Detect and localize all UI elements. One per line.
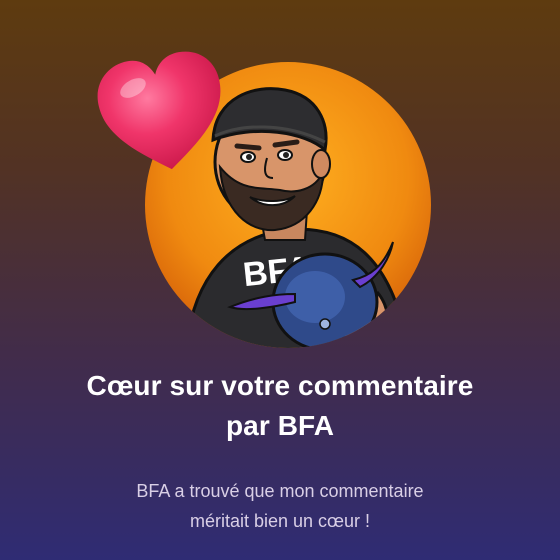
heart-notification-card: BFA Cœur sur votre commentaire par BFA B… bbox=[0, 0, 560, 560]
notification-title: Cœur sur votre commentaire par BFA bbox=[20, 366, 540, 446]
notification-body-line2: méritait bien un cœur ! bbox=[189, 511, 371, 531]
notification-title-line2: par BFA bbox=[225, 410, 335, 441]
notification-body: BFA a trouvé que mon commentaire méritai… bbox=[30, 476, 530, 536]
notification-body-line1: BFA a trouvé que mon commentaire bbox=[136, 481, 424, 501]
heart-icon bbox=[95, 50, 230, 178]
notification-title-line1: Cœur sur votre commentaire bbox=[86, 370, 474, 401]
